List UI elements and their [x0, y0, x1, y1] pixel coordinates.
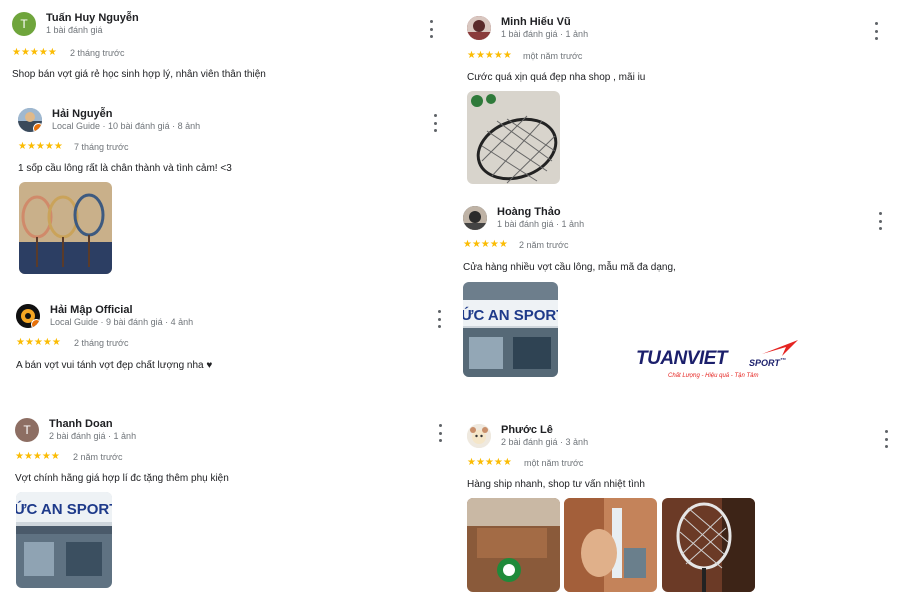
review-card: Phước Lê 2 bài đánh giá · 3 ảnh ★★★★★ mộ…	[467, 424, 892, 596]
review-date: một năm trước	[524, 458, 584, 468]
brand-sport: SPORT™	[749, 358, 786, 368]
avatar[interactable]	[16, 304, 40, 328]
reviewer-name[interactable]: Minh Hiếu Vũ	[501, 16, 571, 28]
reviewer-meta: 1 bài đánh giá · 1 ảnh	[497, 219, 585, 229]
reviewer-name[interactable]: Thanh Doan	[49, 418, 113, 430]
review-card: T Thanh Doan 2 bài đánh giá · 1 ảnh ★★★★…	[15, 418, 445, 593]
reviewer-name[interactable]: Hải Nguyễn	[52, 108, 113, 120]
avatar[interactable]	[18, 108, 42, 132]
storefront-sign: ỨC AN SPORT	[16, 500, 112, 518]
rackets-photo	[19, 182, 112, 274]
review-text: A bán vợt vui tánh vợt đẹp chất lượng nh…	[16, 360, 213, 371]
brand-logo: TUANVIET SPORT™ Chất Lượng - Hiệu quả - …	[636, 338, 806, 388]
review-card: Minh Hiếu Vũ 1 bài đánh giá · 1 ảnh ★★★★…	[467, 16, 887, 186]
reviewer-name[interactable]: Phước Lê	[501, 424, 553, 436]
reviewer-name[interactable]: Hoàng Thảo	[497, 206, 561, 218]
more-vert-icon[interactable]	[881, 430, 891, 448]
more-vert-icon[interactable]	[426, 20, 436, 38]
more-vert-icon[interactable]	[875, 212, 885, 230]
star-rating: ★★★★★	[12, 47, 57, 58]
racket-string-photo	[467, 91, 560, 184]
storefront-photo: ỨC AN SPORT	[16, 492, 112, 588]
local-guide-badge	[31, 319, 40, 328]
grip-package-photo	[467, 498, 560, 592]
review-text: 1 sốp cầu lông rất là chân thành và tình…	[18, 163, 232, 174]
review-photo[interactable]	[467, 91, 560, 184]
review-photo[interactable]	[467, 498, 560, 592]
local-guide-badge	[33, 123, 42, 132]
avatar-photo	[463, 206, 487, 230]
brand-name: TUANVIET	[636, 348, 728, 369]
reviewer-meta: Local Guide · 9 bài đánh giá · 4 ảnh	[50, 317, 194, 327]
avatar[interactable]: T	[15, 418, 39, 442]
review-photo[interactable]: ỨC AN SPORT	[463, 282, 558, 377]
star-rating: ★★★★★	[16, 337, 61, 348]
star-rating: ★★★★★	[467, 50, 512, 61]
star-rating: ★★★★★	[15, 451, 60, 462]
avatar-photo	[467, 424, 491, 448]
avatar-photo	[467, 16, 491, 40]
star-rating: ★★★★★	[18, 141, 63, 152]
review-text: Vợt chính hãng giá hợp lí đc tặng thêm p…	[15, 473, 229, 484]
brand-tagline: Chất Lượng - Hiệu quả - Tận Tâm	[668, 373, 759, 379]
reviewer-meta: 1 bài đánh giá	[46, 25, 103, 35]
reviewer-meta: 2 bài đánh giá · 1 ảnh	[49, 431, 137, 441]
review-text: Hàng ship nhanh, shop tư vấn nhiệt tình	[467, 479, 645, 490]
reviewer-meta: 2 bài đánh giá · 3 ảnh	[501, 437, 589, 447]
logo-swoosh-icon	[762, 340, 798, 356]
review-text: Cước quá xịn quá đẹp nha shop , mãi iu	[467, 72, 646, 83]
review-photo[interactable]	[564, 498, 657, 592]
review-photo[interactable]	[662, 498, 755, 592]
review-card: T Tuấn Huy Nguyễn 1 bài đánh giá ★★★★★ 2…	[12, 12, 442, 92]
racket-closeup-photo	[662, 498, 755, 592]
avatar[interactable]	[463, 206, 487, 230]
review-card: Hải Nguyễn Local Guide · 10 bài đánh giá…	[18, 108, 448, 278]
reviewer-meta: 1 bài đánh giá · 1 ảnh	[501, 29, 589, 39]
more-vert-icon[interactable]	[430, 114, 440, 132]
more-vert-icon[interactable]	[435, 424, 445, 442]
avatar[interactable]	[467, 16, 491, 40]
review-date: 2 tháng trước	[70, 48, 125, 58]
more-vert-icon[interactable]	[434, 310, 444, 328]
review-photo[interactable]: ỨC AN SPORT	[16, 492, 112, 588]
more-vert-icon[interactable]	[871, 22, 881, 40]
storefront-photo: ỨC AN SPORT	[463, 282, 558, 377]
star-rating: ★★★★★	[463, 239, 508, 250]
review-text: Cửa hàng nhiều vợt cầu lông, mẫu mã đa d…	[463, 262, 676, 273]
avatar[interactable]	[467, 424, 491, 448]
star-rating: ★★★★★	[467, 457, 512, 468]
review-date: 2 tháng trước	[74, 338, 129, 348]
review-date: 2 năm trước	[519, 240, 569, 250]
hand-accessory-photo	[564, 498, 657, 592]
reviewer-meta: Local Guide · 10 bài đánh giá · 8 ảnh	[52, 121, 201, 131]
avatar[interactable]: T	[12, 12, 36, 36]
review-text: Shop bán vợt giá rẻ học sinh hợp lý, nhâ…	[12, 69, 266, 80]
review-date: một năm trước	[523, 51, 583, 61]
reviewer-name[interactable]: Tuấn Huy Nguyễn	[46, 12, 139, 24]
storefront-sign: ỨC AN SPORT	[463, 306, 558, 324]
review-date: 2 năm trước	[73, 452, 123, 462]
review-card: Hải Mập Official Local Guide · 9 bài đán…	[16, 304, 446, 384]
reviewer-name[interactable]: Hải Mập Official	[50, 304, 133, 316]
review-photo[interactable]	[19, 182, 112, 274]
review-date: 7 tháng trước	[74, 142, 129, 152]
